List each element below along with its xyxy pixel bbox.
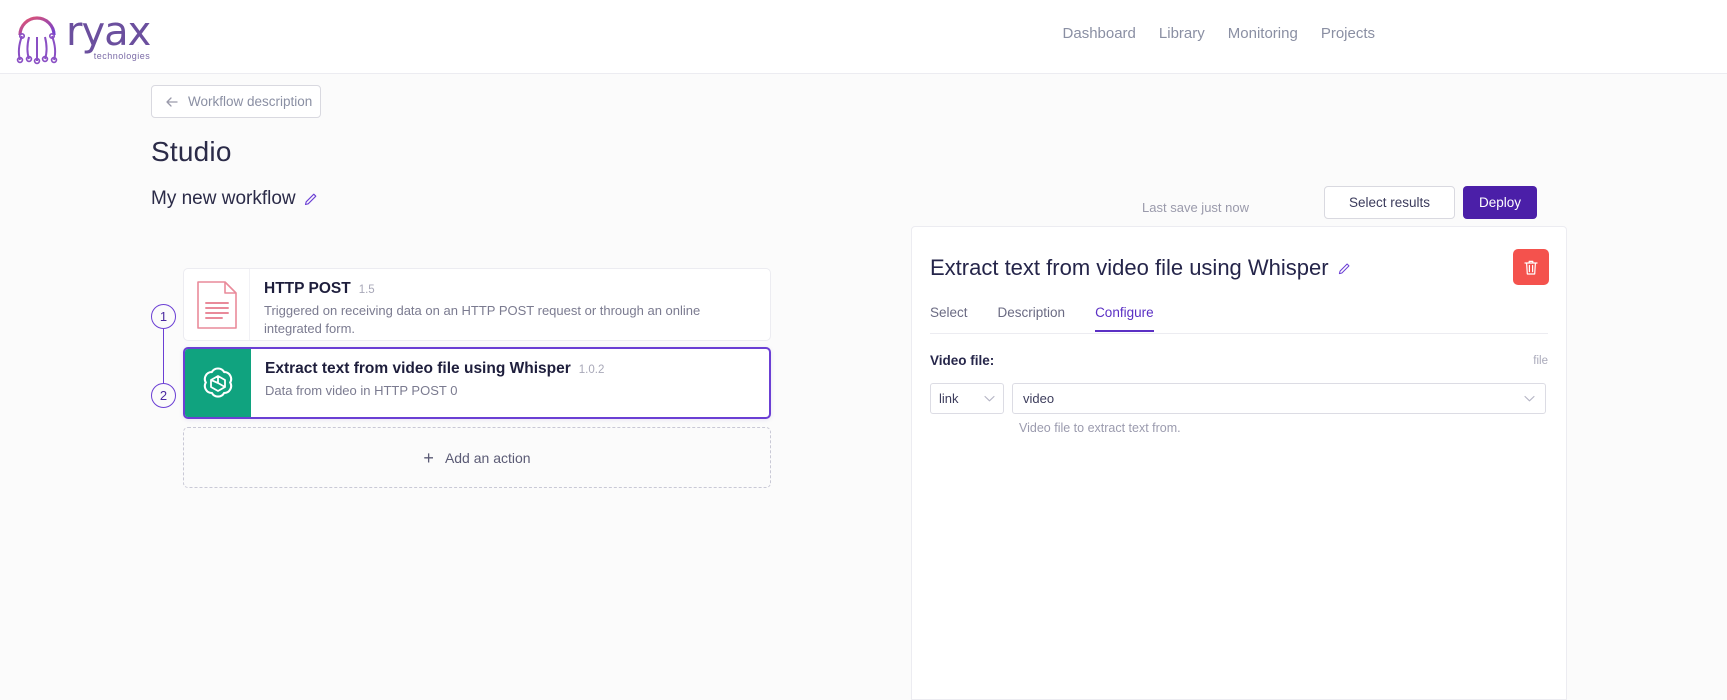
deploy-button[interactable]: Deploy [1463,186,1537,219]
workflow-description-back-button[interactable]: Workflow description [151,85,321,118]
brand-name: ryax [66,9,151,55]
step-icon-container [184,269,250,340]
step-title-row: Extract text from video file using Whisp… [265,360,755,378]
tab-description[interactable]: Description [998,305,1066,332]
step-body: Extract text from video file using Whisp… [251,349,769,417]
brand-logo[interactable]: ryax technologies [11,9,151,65]
video-source-select[interactable]: link [930,383,1004,414]
step-description: Triggered on receiving data on an HTTP P… [264,303,701,336]
step-version: 1.0.2 [578,364,605,376]
step-connector-rail: 1 2 [151,228,183,458]
chevron-down-icon [984,395,995,402]
step-title-row: HTTP POST 1.5 [264,280,756,298]
workflow-step-card-trigger[interactable]: HTTP POST 1.5 Triggered on receiving dat… [183,268,771,341]
select-results-button[interactable]: Select results [1324,186,1455,219]
tabs-divider [930,333,1548,334]
step-body: HTTP POST 1.5 Triggered on receiving dat… [250,269,770,340]
nav-item-monitoring[interactable]: Monitoring [1228,24,1298,44]
video-file-help-text: Video file to extract text from. [1019,421,1181,435]
video-file-type-hint: file [1533,355,1548,367]
plus-icon: + [423,447,434,468]
video-file-field-row: link video [930,383,1546,414]
page-title: Studio [151,136,232,167]
panel-tabs: Select Description Configure [930,305,1154,332]
step-version: 1.5 [358,284,375,296]
top-bar: ryax technologies Dashboard Library Moni… [0,0,1727,74]
back-button-label: Workflow description [188,94,313,109]
panel-title-row: Extract text from video file using Whisp… [930,255,1351,281]
video-value: video [1023,391,1055,406]
openai-icon [203,367,233,398]
arrow-left-icon [166,96,178,107]
video-value-select[interactable]: video [1012,383,1546,414]
delete-step-button[interactable] [1513,249,1549,285]
step-description: Data from video in HTTP POST 0 [265,383,458,398]
workflow-name-row: My new workflow [151,188,318,210]
nav-item-library[interactable]: Library [1159,24,1205,44]
video-source-value: link [939,391,959,406]
step-title: HTTP POST [264,280,351,297]
workflow-step-card-action[interactable]: Extract text from video file using Whisp… [183,347,771,419]
add-action-button[interactable]: + Add an action [183,427,771,488]
chevron-down-icon [1524,395,1535,402]
tab-configure[interactable]: Configure [1095,305,1154,332]
nav-item-dashboard[interactable]: Dashboard [1063,24,1136,44]
video-file-label: Video file: [930,353,995,368]
panel-title: Extract text from video file using Whisp… [930,255,1329,280]
step-number-1: 1 [151,304,176,329]
nav-item-projects[interactable]: Projects [1321,24,1375,44]
tab-select[interactable]: Select [930,305,968,332]
step-number-2: 2 [151,383,176,408]
page-content: Workflow description Studio My new workf… [0,74,1727,700]
http-document-icon [196,280,237,329]
ryax-octopus-icon [16,16,58,65]
configuration-panel: Extract text from video file using Whisp… [911,226,1567,700]
workflow-name: My new workflow [151,188,296,209]
pencil-icon[interactable] [1338,262,1351,275]
last-save-status: Last save just now [1142,200,1249,215]
trash-icon [1524,260,1538,275]
brand-wordmark: ryax technologies [66,9,151,65]
main-navigation: Dashboard Library Monitoring Projects [1063,24,1375,44]
pencil-icon[interactable] [304,192,318,206]
add-action-label: Add an action [444,449,531,466]
step-title: Extract text from video file using Whisp… [265,360,571,377]
connector-line [162,329,164,383]
step-icon-container [185,349,251,417]
